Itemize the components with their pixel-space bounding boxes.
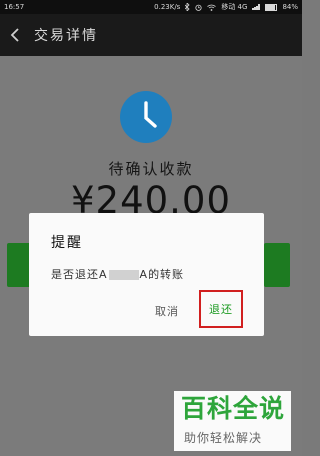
status-time: 16:57 <box>4 3 25 11</box>
watermark-title: 百科全说 <box>181 394 286 423</box>
message-name-start: A <box>99 268 108 281</box>
wifi-icon <box>207 4 217 11</box>
header: 交易详情 <box>0 14 302 56</box>
reminder-dialog: 提醒 是否退还A A的转账 取消 退还 <box>29 213 264 336</box>
confirm-receipt-button-edge[interactable] <box>264 243 290 287</box>
clock-icon <box>120 91 172 143</box>
refund-button[interactable]: 退还 <box>199 290 243 328</box>
carrier-label: 移动 4G <box>221 3 248 11</box>
message-prefix: 是否退还 <box>51 268 99 281</box>
message-name-end: A <box>139 268 149 281</box>
redacted-name <box>108 270 139 280</box>
battery-percentage: 84% <box>282 3 298 11</box>
dialog-title: 提醒 <box>51 235 83 251</box>
status-bar: 16:57 0.23K/s 移动 4G 84% <box>0 0 302 14</box>
page-title: 交易详情 <box>34 28 98 44</box>
alarm-icon <box>195 4 202 11</box>
network-speed: 0.23K/s <box>154 3 181 11</box>
status-icons: 0.23K/s 移动 4G 84% <box>154 2 298 12</box>
watermark-logo: 百科全说 助你轻松解决 <box>174 391 291 451</box>
message-suffix: 的转账 <box>148 268 185 281</box>
watermark-subtitle: 助你轻松解决 <box>184 431 263 445</box>
dialog-message: 是否退还A A的转账 <box>51 266 184 282</box>
cancel-button[interactable]: 取消 <box>155 303 179 319</box>
battery-icon <box>265 3 278 11</box>
back-button[interactable] <box>0 14 30 56</box>
chevron-left-icon <box>10 28 19 42</box>
transaction-status: 待确认收款 <box>108 160 194 178</box>
signal-icon <box>252 4 260 10</box>
bluetooth-icon <box>185 3 190 11</box>
